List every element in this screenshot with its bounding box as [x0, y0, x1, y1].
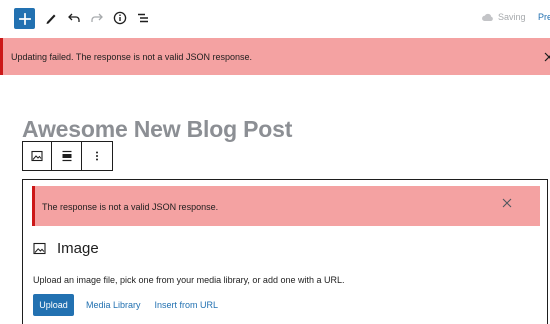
- placeholder-heading: Image: [33, 240, 99, 257]
- info-icon: [113, 11, 127, 25]
- dismiss-block-error-button[interactable]: [501, 196, 513, 208]
- image-block-placeholder[interactable]: The response is not a valid JSON respons…: [22, 179, 548, 324]
- editor-page: Saving Pre Updating failed. The response…: [0, 0, 550, 324]
- align-button[interactable]: [52, 142, 82, 170]
- editor-top-toolbar: Saving Pre: [0, 0, 550, 36]
- details-button[interactable]: [109, 7, 131, 29]
- block-type-button[interactable]: [23, 142, 52, 170]
- preview-button[interactable]: Pre: [538, 12, 550, 22]
- placeholder-heading-label: Image: [57, 240, 99, 257]
- undo-icon: [68, 13, 80, 22]
- close-icon: [502, 198, 512, 208]
- media-library-button[interactable]: Media Library: [86, 300, 141, 310]
- redo-button[interactable]: [86, 7, 108, 29]
- cloud-icon: [482, 13, 493, 21]
- upload-button[interactable]: Upload: [33, 294, 74, 316]
- list-view-button[interactable]: [132, 7, 154, 29]
- post-title[interactable]: Awesome New Blog Post: [22, 116, 292, 143]
- placeholder-description: Upload an image file, pick one from your…: [33, 275, 345, 285]
- error-notice: Updating failed. The response is not a v…: [0, 38, 550, 75]
- redo-icon: [91, 13, 103, 22]
- saving-label: Saving: [498, 12, 526, 22]
- undo-button[interactable]: [63, 7, 85, 29]
- image-icon: [33, 242, 46, 255]
- add-block-button[interactable]: [14, 8, 35, 29]
- error-notice-text: Updating failed. The response is not a v…: [11, 52, 252, 62]
- pencil-icon: [46, 14, 56, 24]
- placeholder-actions: Upload Media Library Insert from URL: [33, 294, 218, 316]
- more-options-button[interactable]: [82, 142, 112, 170]
- list-view-icon: [138, 13, 148, 23]
- tools-button[interactable]: [40, 7, 62, 29]
- plus-icon: [18, 12, 31, 25]
- insert-from-url-button[interactable]: Insert from URL: [155, 300, 219, 310]
- block-error-text: The response is not a valid JSON respons…: [42, 202, 219, 212]
- block-error-notice: The response is not a valid JSON respons…: [32, 186, 540, 226]
- saving-status: Saving: [481, 12, 526, 22]
- close-icon: [544, 52, 550, 62]
- dismiss-notice-button[interactable]: [543, 50, 550, 62]
- align-icon: [62, 150, 71, 162]
- block-toolbar: [22, 141, 113, 171]
- more-vertical-icon: [96, 151, 98, 161]
- image-icon: [31, 150, 43, 162]
